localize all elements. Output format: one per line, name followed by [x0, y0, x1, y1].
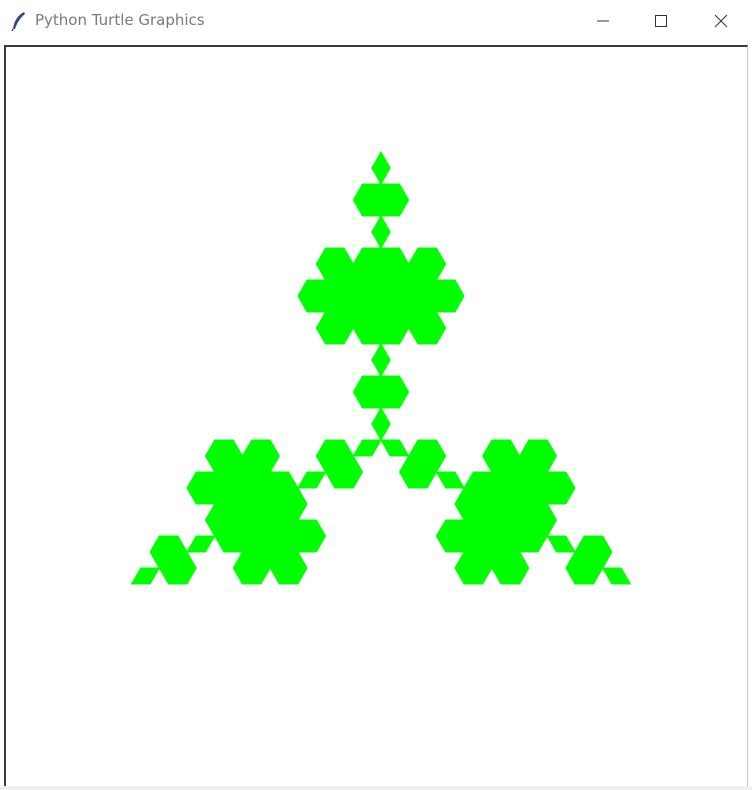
minimize-button[interactable] [574, 0, 632, 42]
close-button[interactable] [692, 0, 750, 42]
maximize-icon [655, 15, 667, 27]
turtle-window: Python Turtle Graphics [0, 0, 752, 790]
close-icon [714, 14, 728, 28]
maximize-button[interactable] [632, 0, 690, 42]
feather-icon [11, 12, 25, 31]
minimize-icon [597, 20, 609, 22]
drawing-surface [130, 150, 632, 585]
koch-snowflake [130, 150, 632, 585]
window-title: Python Turtle Graphics [35, 11, 205, 29]
title-bar[interactable]: Python Turtle Graphics [0, 0, 752, 42]
turtle-canvas[interactable] [4, 45, 748, 790]
window-bottom-edge [0, 786, 752, 790]
